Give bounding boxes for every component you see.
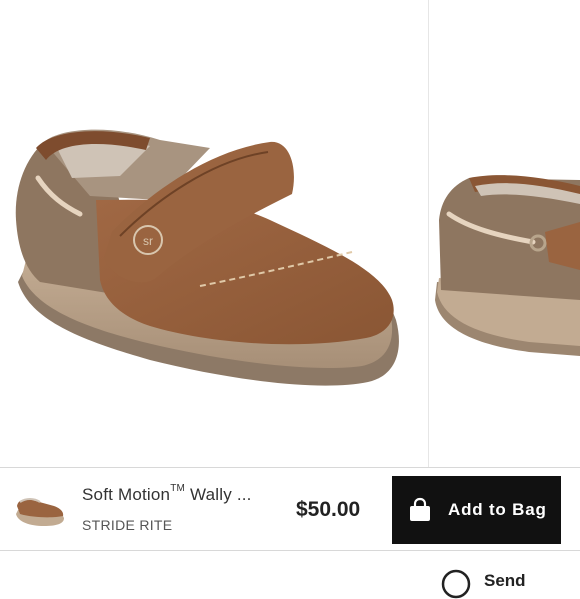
product-image-carousel[interactable]: sr [0, 0, 580, 467]
product-summary-bar: Soft MotionTM Wally ... STRIDE RITE $50.… [0, 467, 580, 551]
shopping-bag-icon [410, 497, 430, 521]
shoe-image: sr [15, 129, 399, 386]
add-to-bag-label: Add to Bag [448, 500, 547, 519]
add-to-bag-button[interactable]: Add to Bag [392, 476, 561, 544]
share-label[interactable]: Send [484, 571, 526, 591]
product-image-next[interactable] [429, 0, 580, 467]
bottom-actions: Send [0, 551, 580, 599]
shoe-image-partial [435, 175, 580, 356]
product-thumbnail[interactable] [14, 488, 66, 532]
svg-text:sr: sr [143, 234, 153, 248]
share-icon[interactable] [441, 569, 471, 599]
product-title[interactable]: Soft MotionTM Wally ... [82, 483, 252, 505]
product-image-main[interactable]: sr [0, 0, 428, 467]
product-price: $50.00 [296, 498, 361, 521]
product-brand[interactable]: STRIDE RITE [82, 517, 172, 533]
